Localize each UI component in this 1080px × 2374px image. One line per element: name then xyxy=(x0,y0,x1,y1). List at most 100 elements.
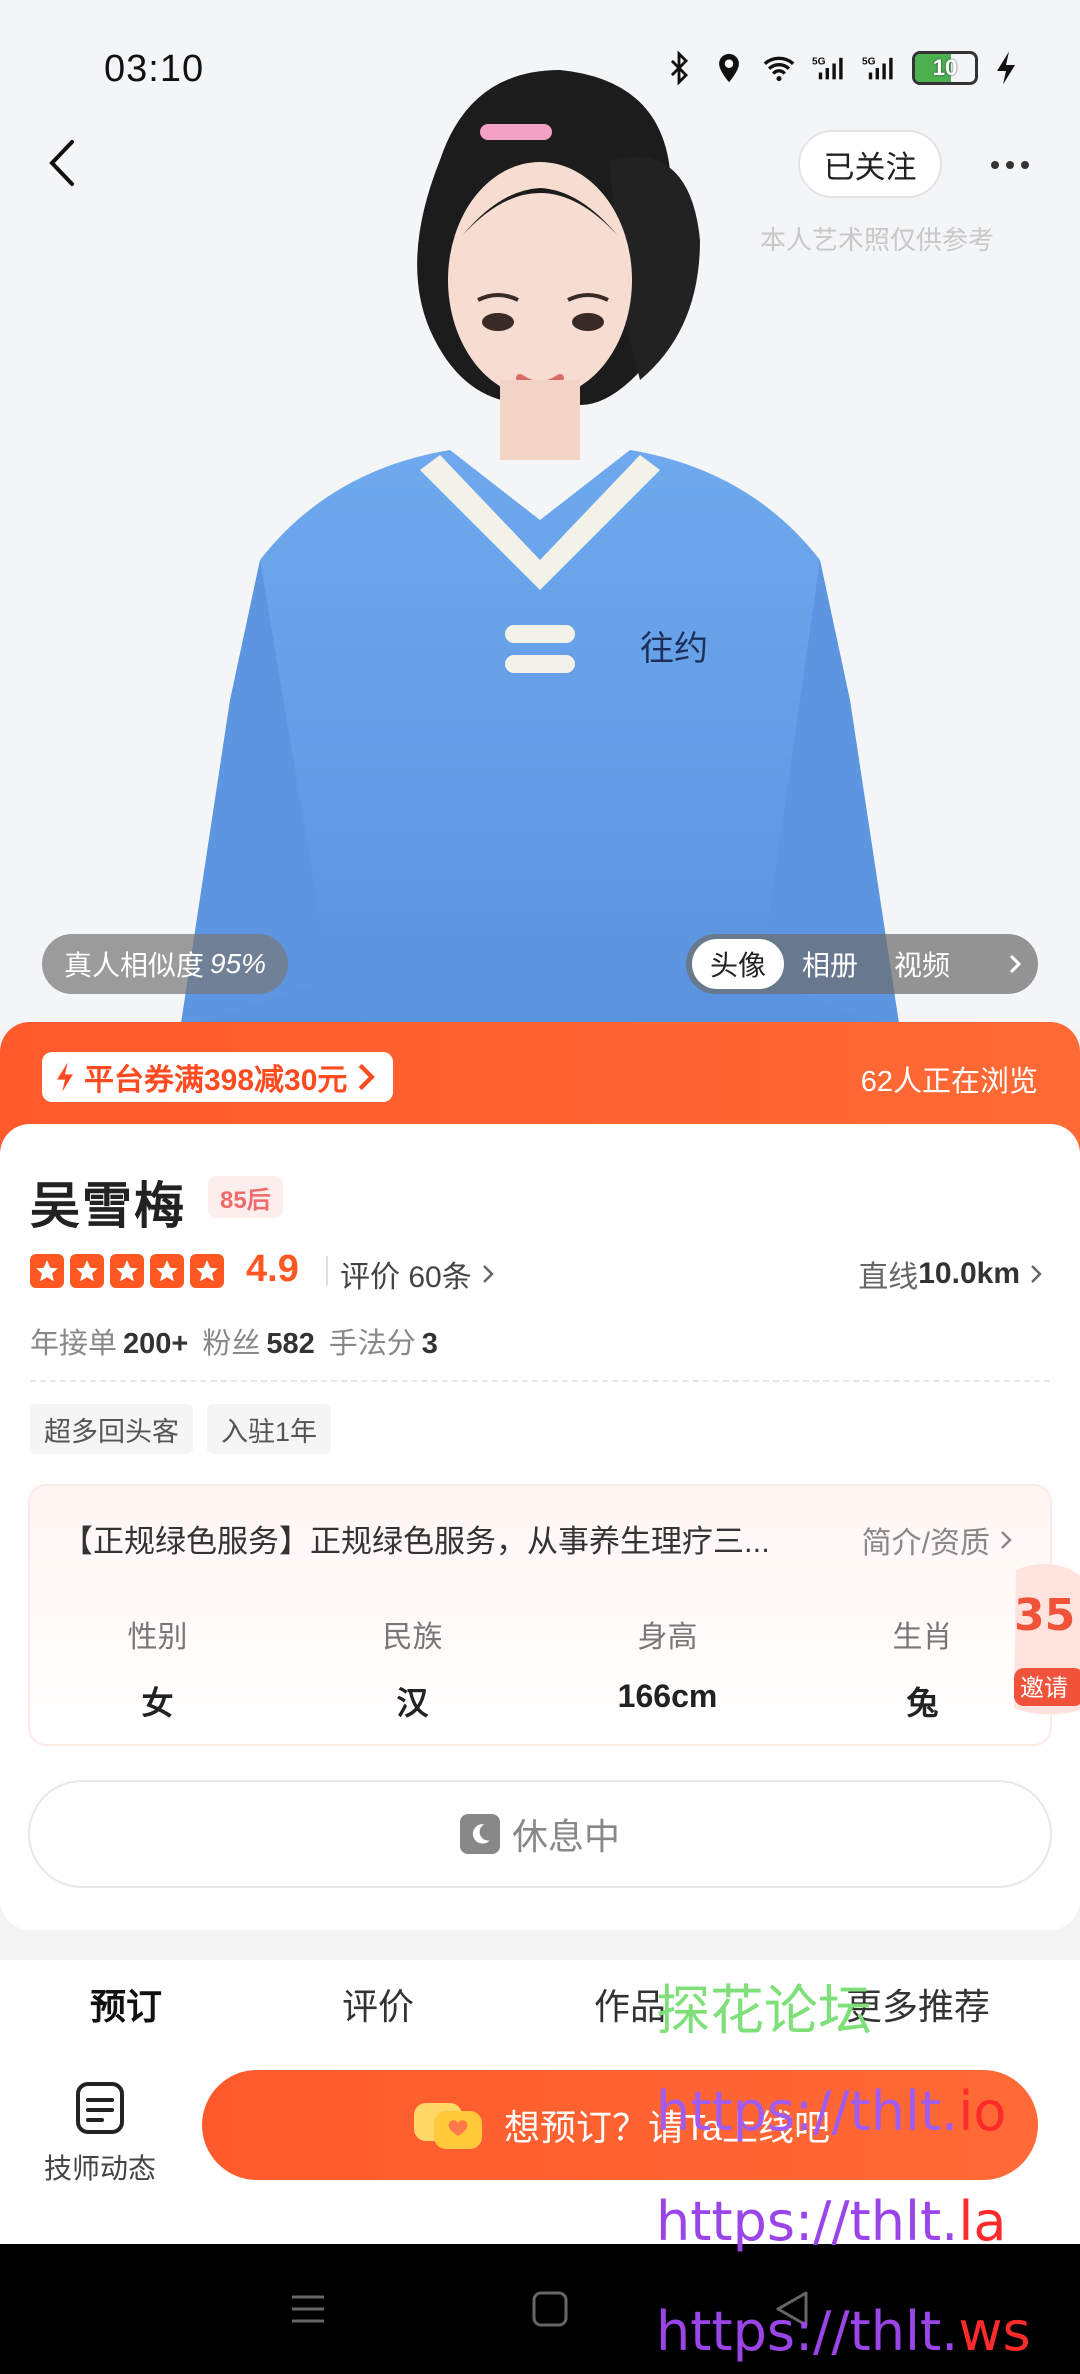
document-icon xyxy=(76,2082,124,2134)
fans-value: 582 xyxy=(266,1328,315,1360)
watermark-url-prefix: https://thlt. xyxy=(656,2300,959,2363)
svg-text:往约: 往约 xyxy=(640,629,708,669)
skill-label: 手法分 xyxy=(328,1328,416,1360)
orders-stat: 年接单 200+ xyxy=(30,1320,188,1362)
attribute-ethnicity: 民族 汉 xyxy=(285,1612,540,1724)
tag-list: 超多回头客 入驻1年 xyxy=(30,1404,332,1454)
moon-icon xyxy=(459,1814,500,1854)
signal-5g-icon: 5G xyxy=(812,57,843,80)
invite-reward-label: 邀请 xyxy=(1020,1674,1068,1702)
hero-section: 往约 03:10 5G 5G 10 已关注 本人艺术照仅供参考 真人相似度 95… xyxy=(0,0,1080,1030)
technician-updates-button[interactable]: 技师动态 xyxy=(40,2076,160,2187)
section-tabs: 预订 评价 作品 更多推荐 xyxy=(0,1960,1080,2040)
home-nav-button[interactable] xyxy=(520,2284,580,2334)
wifi-icon xyxy=(763,56,795,82)
fans-label: 粉丝 xyxy=(202,1328,261,1360)
more-dots-icon xyxy=(991,161,999,169)
orders-value: 200+ xyxy=(123,1328,189,1360)
dashed-divider xyxy=(30,1380,1050,1382)
star-icon xyxy=(110,1254,144,1288)
attribute-value: 166cm xyxy=(617,1678,718,1714)
star-icon xyxy=(190,1254,224,1288)
follow-button[interactable]: 已关注 xyxy=(798,130,942,198)
stats-row: 年接单 200+ 粉丝 582 手法分 3 xyxy=(30,1320,438,1362)
status-time: 03:10 xyxy=(104,48,205,90)
watermark-url-prefix: https://thlt. xyxy=(656,2080,959,2143)
rating-score: 4.9 xyxy=(246,1248,299,1290)
attribute-value: 女 xyxy=(141,1685,174,1721)
orders-label: 年接单 xyxy=(30,1328,118,1360)
attribute-grid: 性别 女 民族 汉 身高 166cm 生肖 兔 xyxy=(30,1612,1050,1724)
viewer-count: 62人正在浏览 xyxy=(860,1066,1038,1098)
watermark-url: https://thlt.io xyxy=(656,2080,1006,2143)
star-icon xyxy=(150,1254,184,1288)
watermark-title: 探花论坛 xyxy=(656,1979,872,2042)
tab-avatar[interactable]: 头像 xyxy=(692,939,785,989)
back-button[interactable] xyxy=(34,130,88,196)
profile-card: 吴雪梅 85后 4.9 评价 60条 直线 10.0km 年接单 200+ 粉丝 5… xyxy=(0,1124,1080,1930)
coupon-text: 平台券满398减30元 xyxy=(84,1064,348,1097)
menu-nav-button[interactable] xyxy=(278,2284,338,2334)
more-dots-icon xyxy=(1006,161,1014,169)
reviews-link[interactable]: 评价 60条 xyxy=(340,1252,494,1296)
more-options-button[interactable] xyxy=(980,140,1040,190)
tab-video[interactable]: 视频 xyxy=(876,939,968,989)
distance-label: 直线 xyxy=(858,1261,919,1294)
invite-reward-badge[interactable]: 35 邀请 xyxy=(996,1560,1080,1720)
tab-reviews[interactable]: 评价 xyxy=(342,1960,414,2030)
tab-booking[interactable]: 预订 xyxy=(90,1960,162,2030)
technician-name: 吴雪梅 xyxy=(30,1178,186,1234)
svg-text:5G: 5G xyxy=(812,57,826,68)
watermark-url: https://thlt.ws xyxy=(656,2300,1031,2363)
tab-album[interactable]: 相册 xyxy=(784,939,876,989)
distance-link[interactable]: 直线 10.0km xyxy=(858,1252,1042,1296)
technician-updates-label: 技师动态 xyxy=(43,2153,156,2184)
intro-text: 【正规绿色服务】正规绿色服务，从事养生理疗三... xyxy=(62,1524,770,1559)
rating-stars xyxy=(30,1254,224,1288)
lightning-icon xyxy=(57,1062,73,1092)
intro-qualification-link[interactable]: 简介/资质 xyxy=(862,1518,1012,1562)
menu-icon xyxy=(292,2295,324,2323)
chevron-right-icon[interactable] xyxy=(1008,953,1022,975)
similarity-label: 真人相似度 xyxy=(64,950,205,981)
intro-link-label: 简介/资质 xyxy=(861,1527,990,1560)
attribute-label: 性别 xyxy=(127,1621,188,1654)
rest-status-button[interactable]: 休息中 xyxy=(28,1780,1052,1888)
watermark-url: https://thlt.la xyxy=(656,2190,1006,2253)
rest-status-label: 休息中 xyxy=(511,1816,620,1857)
watermark-url-suffix: io xyxy=(958,2080,1007,2143)
chevron-right-icon xyxy=(1001,1531,1012,1549)
similarity-value: 95% xyxy=(210,948,267,979)
more-dots-icon xyxy=(1021,161,1029,169)
attribute-height: 身高 166cm xyxy=(540,1612,795,1724)
chevron-left-icon xyxy=(49,140,74,186)
distance-value: 10.0km xyxy=(918,1257,1020,1290)
similarity-badge: 真人相似度 95% xyxy=(42,934,289,994)
charging-icon xyxy=(997,51,1015,85)
location-icon xyxy=(719,53,739,83)
tag-item: 入驻1年 xyxy=(207,1404,332,1454)
skill-stat: 手法分 3 xyxy=(329,1320,438,1362)
status-icons: 5G 5G 10 xyxy=(662,50,1018,86)
divider xyxy=(326,1256,328,1286)
chat-heart-icon xyxy=(413,2103,482,2149)
attribute-label: 民族 xyxy=(382,1621,443,1654)
reviews-count: 评价 60条 xyxy=(340,1261,472,1294)
status-bar: 03:10 5G 5G 10 xyxy=(0,0,1080,140)
watermark-url-prefix: https://thlt. xyxy=(656,2190,959,2253)
signal-5g-icon: 5G xyxy=(862,57,893,80)
media-tabs: 头像 相册 视频 xyxy=(686,934,1038,994)
invite-reward-number: 35 xyxy=(1014,1590,1075,1641)
attribute-label: 身高 xyxy=(637,1621,698,1654)
home-square-icon xyxy=(532,2291,568,2327)
svg-text:5G: 5G xyxy=(862,57,876,68)
chevron-right-icon xyxy=(359,1063,376,1091)
art-photo-note: 本人艺术照仅供参考 xyxy=(760,225,995,255)
attribute-value: 汉 xyxy=(396,1685,429,1721)
intro-section[interactable]: 【正规绿色服务】正规绿色服务，从事养生理疗三... 简介/资质 性别 女 民族 … xyxy=(28,1484,1052,1746)
skill-value: 3 xyxy=(421,1328,438,1360)
bluetooth-icon xyxy=(670,50,689,86)
watermark-url-suffix: ws xyxy=(958,2300,1031,2363)
coupon-chip[interactable]: 平台券满398减30元 xyxy=(42,1052,394,1102)
star-icon xyxy=(70,1254,104,1288)
